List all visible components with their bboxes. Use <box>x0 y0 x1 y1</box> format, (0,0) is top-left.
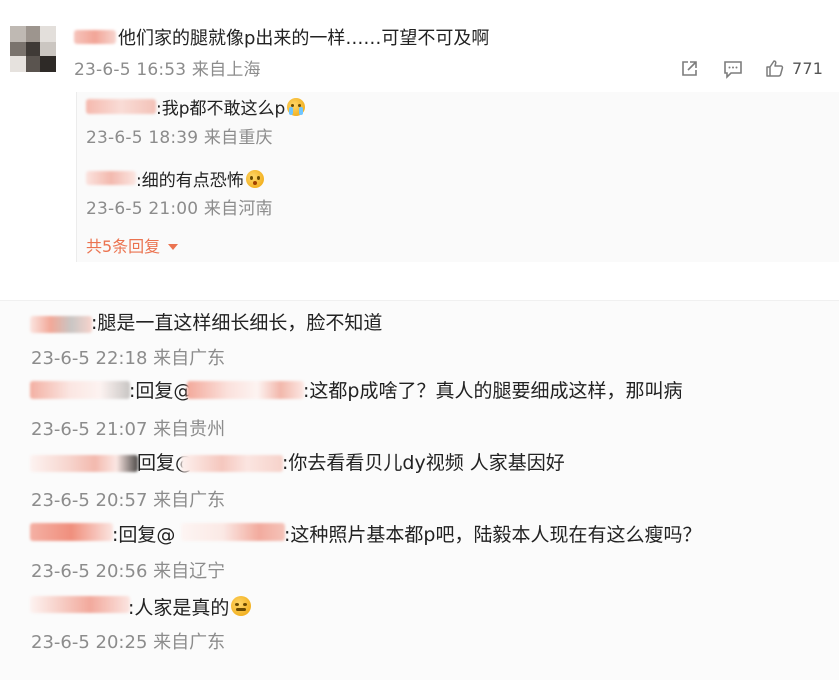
comment-meta: 23-6-5 16:53 来自上海 <box>74 60 261 80</box>
caret-down-icon <box>168 244 179 250</box>
username-redacted[interactable] <box>74 30 116 44</box>
mention-redacted[interactable] <box>181 523 285 541</box>
divider <box>0 272 839 300</box>
reply-text: :细的有点恐怖 <box>136 170 264 190</box>
reply-meta: 23-6-5 21:00 来自河南 <box>86 199 273 219</box>
username-redacted[interactable] <box>30 316 92 333</box>
mention-redacted[interactable] <box>187 381 304 399</box>
comment-card-top: 他们家的腿就像p出来的一样……可望不可及啊 23-6-5 16:53 来自上海 … <box>0 0 839 272</box>
username-redacted[interactable] <box>30 455 138 472</box>
comment-meta: 23-6-5 20:56 来自辽宁 <box>31 561 226 582</box>
comment-text: :你去看看贝儿dy视频 人家基因好 <box>282 452 565 474</box>
username-redacted[interactable] <box>30 523 113 541</box>
crying-face-icon <box>287 98 306 116</box>
comment-meta: 23-6-5 21:07 来自贵州 <box>31 419 226 440</box>
comment-text: :腿是一直这样细长细长，脸不知道 <box>91 312 383 334</box>
face-emoji-icon <box>231 596 252 616</box>
comment-text: 他们家的腿就像p出来的一样……可望不可及啊 <box>118 28 490 49</box>
comment-text: :这都p成啥了？真人的腿要细成这样，那叫病 <box>303 380 683 402</box>
mention-redacted[interactable] <box>181 455 283 472</box>
username-redacted[interactable] <box>30 596 130 613</box>
avatar[interactable] <box>10 26 56 72</box>
reply-text: :我p都不敢这么p <box>156 98 306 118</box>
share-icon[interactable] <box>678 58 700 80</box>
username-redacted[interactable] <box>30 381 130 399</box>
reply-username-redacted[interactable] <box>86 99 156 114</box>
reply-meta: 23-6-5 18:39 来自重庆 <box>86 128 273 148</box>
more-replies-link[interactable]: 共5条回复 <box>86 239 179 255</box>
scared-cat-face-icon <box>245 170 264 188</box>
like-icon[interactable] <box>763 57 785 79</box>
comment-text: :人家是真的 <box>128 596 252 618</box>
reply-prefix: :回复@ <box>112 524 176 546</box>
comment-icon[interactable] <box>721 58 745 80</box>
reply-prefix: :回复@ <box>129 380 193 402</box>
comment-meta: 23-6-5 22:18 来自广东 <box>31 348 226 369</box>
like-count: 771 <box>792 59 824 78</box>
reply-username-redacted[interactable] <box>86 171 136 185</box>
comment-meta: 23-6-5 20:25 来自广东 <box>31 632 226 653</box>
comment-list: :腿是一直这样细长细长，脸不知道 23-6-5 22:18 来自广东 :回复@ … <box>0 300 839 680</box>
comment-text: :这种照片基本都p吧，陆毅本人现在有这么瘦吗？ <box>284 524 702 546</box>
comment-meta: 23-6-5 20:57 来自广东 <box>31 490 226 511</box>
